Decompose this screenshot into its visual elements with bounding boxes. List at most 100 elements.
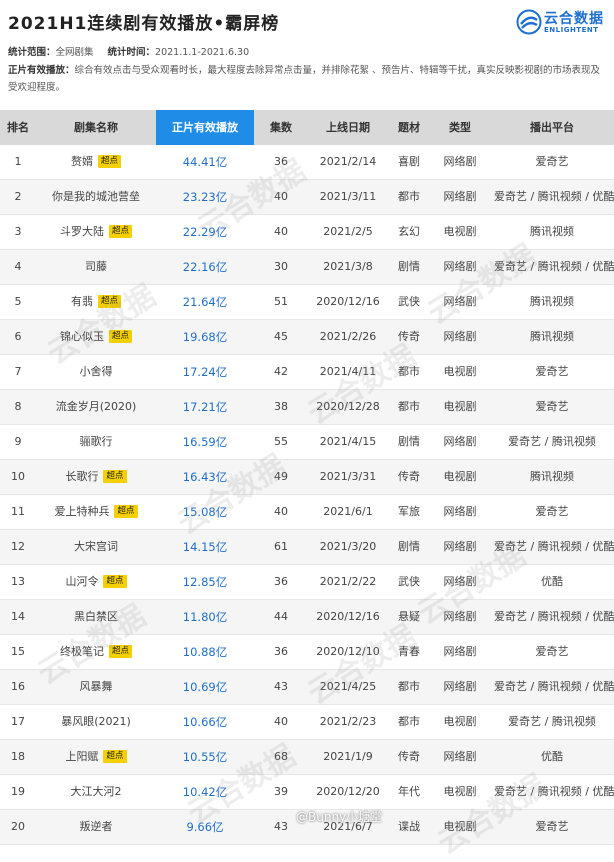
date-cell-text: 2020/12/16 [316, 610, 380, 623]
plays-cell-text: 10.55亿 [182, 750, 228, 764]
name-cell: 有翡 超点 [36, 285, 156, 319]
rank-cell: 20 [0, 810, 36, 844]
type-cell-text: 电视剧 [443, 785, 477, 798]
rank-cell-text: 8 [14, 400, 22, 413]
genre-cell: 都市 [388, 390, 430, 424]
genre-cell-text: 传奇 [398, 330, 420, 343]
rank-cell: 19 [0, 775, 36, 809]
date-cell: 2021/4/11 [308, 355, 388, 389]
name-cell-text: 锦心似玉 [59, 330, 104, 343]
rank-cell-text: 3 [14, 225, 22, 238]
type-cell: 网络剧 [430, 670, 490, 704]
platform-cell-text: 爱奇艺 / 腾讯视频 [508, 435, 596, 448]
type-cell: 网络剧 [430, 635, 490, 669]
platform-cell: 爱奇艺 / 腾讯视频 / 优酷 [490, 775, 614, 809]
type-cell-text: 电视剧 [443, 365, 477, 378]
platform-cell: 爱奇艺 / 腾讯视频 / 优酷 [490, 530, 614, 564]
scope-label: 统计范围： [8, 47, 56, 58]
table-row: 6 锦心似玉 超点 19.68亿 45 2021/2/26 传奇 网络剧 腾讯视频 [0, 320, 614, 355]
genre-cell: 喜剧 [388, 145, 430, 179]
rank-cell-text: 5 [14, 295, 22, 308]
episodes-cell: 36 [254, 565, 308, 599]
episodes-cell-text: 55 [274, 435, 288, 448]
type-cell-text: 网络剧 [443, 610, 477, 623]
table-row: 18 上阳赋 超点 10.55亿 68 2021/1/9 传奇 网络剧 优酷 [0, 740, 614, 775]
rank-cell-text: 15 [11, 645, 25, 658]
episodes-cell: 30 [254, 250, 308, 284]
rank-cell: 17 [0, 705, 36, 739]
type-cell-text: 网络剧 [443, 750, 477, 763]
platform-cell-text: 爱奇艺 [535, 645, 569, 658]
type-cell-text: 网络剧 [443, 575, 477, 588]
rank-cell: 4 [0, 250, 36, 284]
table-row: 11 爱上特种兵 超点 15.08亿 40 2021/6/1 军旅 网络剧 爱奇艺 [0, 495, 614, 530]
episodes-cell: 40 [254, 705, 308, 739]
genre-cell-text: 传奇 [398, 750, 420, 763]
platform-cell: 爱奇艺 / 腾讯视频 / 优酷 [490, 670, 614, 704]
platform-cell-text: 优酷 [541, 575, 563, 588]
date-cell-text: 2021/3/8 [323, 260, 373, 273]
genre-cell: 都市 [388, 355, 430, 389]
type-cell-text: 网络剧 [443, 435, 477, 448]
platform-cell-text: 腾讯视频 [530, 330, 574, 343]
episodes-cell-text: 49 [274, 470, 288, 483]
rank-cell-text: 1 [14, 155, 22, 168]
type-cell-text: 网络剧 [443, 645, 477, 658]
date-cell: 2021/3/8 [308, 250, 388, 284]
platform-cell: 优酷 [490, 740, 614, 774]
plays-cell: 23.23亿 [156, 180, 254, 214]
platform-cell-text: 爱奇艺 / 腾讯视频 [508, 715, 596, 728]
rank-cell-text: 11 [11, 505, 25, 518]
platform-cell-text: 爱奇艺 [535, 505, 569, 518]
platform-cell-text: 爱奇艺 / 腾讯视频 / 优酷 [494, 610, 614, 623]
super-badge: 超点 [97, 154, 121, 168]
platform-cell: 腾讯视频 [490, 215, 614, 249]
genre-cell: 传奇 [388, 740, 430, 774]
genre-cell-text: 青春 [398, 645, 420, 658]
date-cell: 2021/6/1 [308, 495, 388, 529]
plays-cell-text: 17.21亿 [182, 400, 228, 414]
episodes-cell: 36 [254, 635, 308, 669]
episodes-cell-text: 40 [274, 715, 288, 728]
genre-cell: 青春 [388, 635, 430, 669]
stats-meta: 统计范围：全网剧集 统计时间：2021.1.1-2021.6.30 [8, 44, 249, 58]
rank-cell: 13 [0, 565, 36, 599]
episodes-cell-text: 40 [274, 225, 288, 238]
date-cell: 2021/2/23 [308, 705, 388, 739]
table-row: 14 黑白禁区 11.80亿 44 2020/12/16 悬疑 网络剧 爱奇艺 / 腾讯视频 … [0, 600, 614, 635]
date-cell: 2020/12/16 [308, 285, 388, 319]
plays-cell: 16.43亿 [156, 460, 254, 494]
name-cell: 终极笔记 超点 [36, 635, 156, 669]
type-cell-text: 网络剧 [443, 295, 477, 308]
genre-cell: 谍战 [388, 810, 430, 844]
date-cell-text: 2021/6/1 [323, 505, 373, 518]
episodes-cell: 61 [254, 530, 308, 564]
plays-cell: 22.29亿 [156, 215, 254, 249]
type-cell-text: 电视剧 [443, 820, 477, 833]
super-badge: 超点 [108, 224, 132, 238]
episodes-cell: 39 [254, 775, 308, 809]
type-cell: 网络剧 [430, 145, 490, 179]
plays-cell: 44.41亿 [156, 145, 254, 179]
type-cell: 网络剧 [430, 600, 490, 634]
plays-cell: 10.55亿 [156, 740, 254, 774]
name-cell-text: 长歌行 [65, 470, 99, 483]
date-cell: 2020/12/10 [308, 635, 388, 669]
plays-cell: 10.42亿 [156, 775, 254, 809]
date-cell: 2020/12/28 [308, 390, 388, 424]
plays-cell: 15.08亿 [156, 495, 254, 529]
type-cell-text: 电视剧 [443, 225, 477, 238]
type-cell-text: 网络剧 [443, 540, 477, 553]
genre-cell-text: 悬疑 [398, 610, 420, 623]
episodes-cell: 36 [254, 145, 308, 179]
platform-cell-text: 腾讯视频 [530, 225, 574, 238]
episodes-cell: 51 [254, 285, 308, 319]
table-row: 17 暴风眼(2021) 10.66亿 40 2021/2/23 都市 电视剧 爱奇艺 / 腾… [0, 705, 614, 740]
table-row: 9 骊歌行 16.59亿 55 2021/4/15 剧情 网络剧 爱奇艺 / 腾讯视频 [0, 425, 614, 460]
type-cell: 网络剧 [430, 320, 490, 354]
date-cell-text: 2021/2/14 [319, 155, 377, 168]
genre-cell-text: 喜剧 [398, 155, 420, 168]
episodes-cell-text: 36 [274, 645, 288, 658]
platform-cell-text: 腾讯视频 [530, 470, 574, 483]
col-name: 剧集名称 [74, 121, 118, 134]
